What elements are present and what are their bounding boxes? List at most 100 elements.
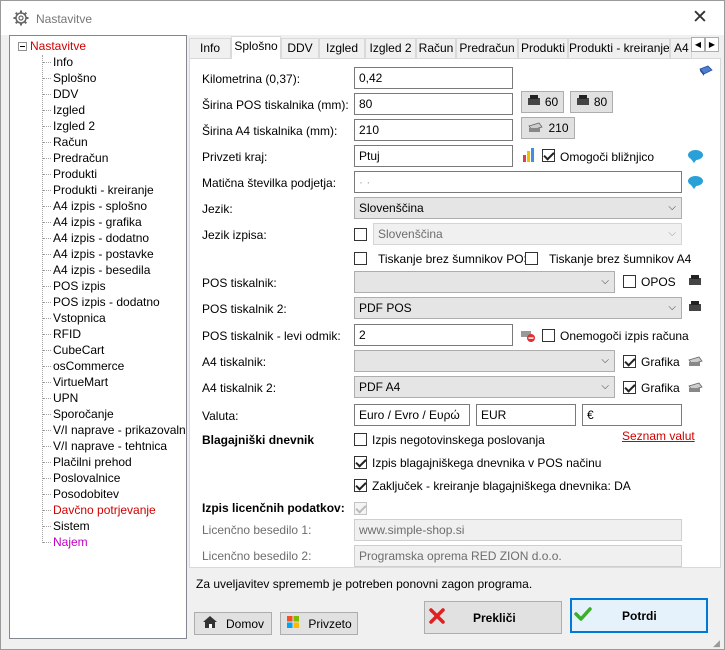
- izpis-negotovinskega-checkbox[interactable]: [354, 433, 367, 446]
- tab-izgled[interactable]: Izgled: [319, 38, 365, 58]
- tiskanje-pos-checkbox[interactable]: [354, 252, 367, 265]
- licencni-heading: Izpis licenčnih podatkov:: [202, 501, 345, 515]
- privzeti-kraj-input[interactable]: Ptuj: [354, 145, 513, 167]
- tiskanje-a4-label: Tiskanje brez šumnikov A4: [549, 252, 692, 266]
- tree-item-label: POS izpis: [53, 279, 106, 293]
- jezik-izpisa-value: Slovenščina: [378, 227, 443, 241]
- pos-60-button[interactable]: 60: [521, 91, 564, 113]
- a4-printer-icon[interactable]: [687, 381, 703, 396]
- printer-disable-icon[interactable]: [520, 328, 536, 345]
- a4-210-button[interactable]: 210: [521, 117, 575, 139]
- sirina-a4-input[interactable]: 210: [354, 119, 513, 141]
- printer-icon[interactable]: [688, 301, 702, 316]
- tab-scroll-left-icon[interactable]: ◀: [691, 37, 705, 52]
- privzeto-button[interactable]: Privzeto: [280, 612, 358, 635]
- tree-item-label: Plačilni prehod: [53, 455, 132, 469]
- licencno-2-input: Programska oprema RED ZION d.o.o.: [354, 545, 682, 567]
- zakljucek-checkbox[interactable]: [354, 479, 367, 492]
- onemogoci-izpis-label: Onemogoči izpis računa: [560, 329, 689, 343]
- a4-printer-icon[interactable]: [687, 355, 703, 370]
- a4-tiskalnik-select[interactable]: ⌵: [354, 350, 615, 372]
- valuta-label: Valuta:: [202, 409, 239, 423]
- close-icon[interactable]: ✕: [690, 6, 710, 29]
- a4-tiskalnik-2-select[interactable]: PDF A4 ⌵: [354, 376, 615, 398]
- sirina-pos-label: Širina POS tiskalnika (mm):: [202, 98, 349, 112]
- onemogoci-izpis-checkbox[interactable]: [542, 329, 555, 342]
- opos-checkbox[interactable]: [623, 275, 636, 288]
- jezik-select[interactable]: Slovenščina ⌵: [354, 197, 682, 219]
- zakljucek-label: Zaključek - kreiranje blagajniškega dnev…: [372, 479, 631, 493]
- chat-bubble-icon[interactable]: [688, 150, 703, 163]
- tab-produkti[interactable]: Produkti: [518, 38, 568, 58]
- kilometrina-input[interactable]: 0,42: [354, 67, 513, 89]
- potrdi-button[interactable]: Potrdi: [570, 598, 708, 633]
- jezik-value: Slovenščina: [359, 201, 424, 215]
- gear-icon: [13, 10, 29, 29]
- sirina-pos-input[interactable]: 80: [354, 93, 513, 115]
- window-title: Nastavitve: [36, 12, 93, 26]
- tree-item-label: DDV: [53, 87, 79, 101]
- tree-item-label: Sistem: [53, 519, 90, 533]
- tab-racun[interactable]: Račun: [416, 38, 456, 58]
- pos-tiskalnik-label: POS tiskalnik:: [202, 276, 277, 290]
- tab-ddv[interactable]: DDV: [281, 38, 319, 58]
- omogoci-bliznjico-checkbox[interactable]: [542, 149, 555, 162]
- seznam-valut-link[interactable]: Seznam valut: [622, 429, 695, 443]
- chat-bubble-icon[interactable]: [688, 176, 703, 189]
- tree-item-label: Izgled 2: [53, 119, 96, 133]
- a4-grafika-checkbox[interactable]: [623, 355, 636, 368]
- tab-splosno[interactable]: Splošno: [231, 36, 281, 59]
- tab-predracun[interactable]: Predračun: [456, 38, 518, 58]
- a4-tiskalnik-label: A4 tiskalnik:: [202, 355, 267, 369]
- omogoci-bliznjico-label: Omogoči bližnjico: [560, 150, 655, 164]
- tiskanje-a4-checkbox[interactable]: [525, 252, 538, 265]
- title-bar: Nastavitve ✕: [1, 1, 724, 35]
- tree-item-label: RFID: [53, 327, 81, 341]
- a4-tiskalnik-2-label: A4 tiskalnik 2:: [202, 381, 277, 395]
- valuta-symbol-input[interactable]: €: [582, 404, 682, 426]
- tree-item-label: VirtueMart: [53, 375, 109, 389]
- tree-item-label: V/I naprave - tehtnica: [53, 439, 168, 453]
- pos-tiskalnik-2-value: PDF POS: [359, 301, 412, 315]
- resize-grip-icon[interactable]: ◢: [713, 638, 720, 649]
- tiskanje-pos-label: Tiskanje brez šumnikov POS: [378, 252, 532, 266]
- preklici-button[interactable]: Prekliči: [424, 601, 562, 634]
- tab-produkti-kreiranje[interactable]: Produkti - kreiranje: [568, 38, 670, 58]
- bar-chart-icon[interactable]: [522, 147, 536, 166]
- maticna-input[interactable]: · ·: [354, 171, 682, 193]
- restart-note: Za uveljavitev sprememb je potreben pono…: [196, 577, 533, 591]
- collapse-icon[interactable]: [18, 41, 27, 51]
- pos-tiskalnik-select[interactable]: ⌵: [354, 271, 615, 293]
- a4-printer-icon: [527, 121, 544, 136]
- windows-icon: [286, 615, 300, 632]
- cancel-icon: [429, 608, 445, 627]
- pos-odmik-input[interactable]: 2: [354, 324, 513, 346]
- tree-item-label: osCommerce: [53, 359, 125, 373]
- pos-60-label: 60: [544, 95, 559, 109]
- a4-2-grafika-checkbox[interactable]: [623, 381, 636, 394]
- printer-icon[interactable]: [688, 275, 702, 290]
- tab-izgled-2[interactable]: Izgled 2: [365, 38, 416, 58]
- izpis-blagajniskega-checkbox[interactable]: [354, 456, 367, 469]
- pos-odmik-label: POS tiskalnik - levi odmik:: [202, 329, 341, 343]
- tab-scroll-right-icon[interactable]: ▶: [705, 37, 719, 52]
- tab-info[interactable]: Info: [189, 38, 231, 58]
- valuta-name-input[interactable]: Euro / Evro / Ευρώ: [354, 404, 470, 426]
- izpis-negotovinskega-label: Izpis negotovinskega poslovanja: [372, 433, 545, 447]
- printer-icon: [576, 94, 590, 110]
- domov-label: Domov: [225, 616, 264, 631]
- domov-button[interactable]: Domov: [194, 612, 272, 635]
- tree-root[interactable]: Nastavitve: [18, 38, 86, 54]
- licencno-1-input: www.simple-shop.si: [354, 519, 682, 541]
- valuta-code-input[interactable]: EUR: [476, 404, 576, 426]
- tree-item-label: A4 izpis - splošno: [53, 199, 148, 213]
- preklici-label: Prekliči: [473, 610, 516, 625]
- pos-tiskalnik-2-select[interactable]: PDF POS ⌵: [354, 297, 682, 319]
- pos-80-button[interactable]: 80: [570, 91, 613, 113]
- a4-210-label: 210: [548, 121, 569, 135]
- tab-a4[interactable]: A4: [670, 38, 692, 58]
- tree-item-label: UPN: [53, 391, 79, 405]
- jezik-izpisa-checkbox[interactable]: [354, 228, 367, 241]
- licencno-1-label: Licenčno besedilo 1:: [202, 523, 312, 537]
- book-icon[interactable]: [699, 65, 713, 80]
